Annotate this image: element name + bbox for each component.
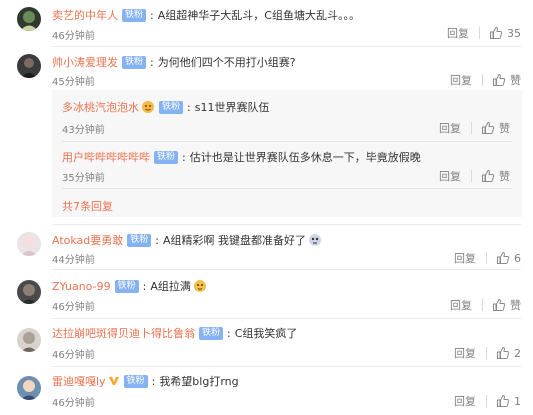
divider [62,141,512,142]
fan-badge: 铁粉 [122,8,147,22]
timestamp: 35分钟前 [62,173,105,184]
username[interactable]: 卖艺的中年人 [52,7,118,23]
like-button[interactable]: 1 [496,394,521,408]
thumbs-up-icon [482,121,495,134]
thumbs-up-icon [493,298,506,311]
username[interactable]: 用户哔哔哔哔哔哔 [62,149,150,165]
like-button[interactable]: 6 [496,251,521,265]
reply-button[interactable]: 回复 [454,345,476,361]
thumbs-up-icon [497,346,510,359]
avatar[interactable] [17,280,41,304]
username[interactable]: 雷迪嘎嘎ly [52,373,106,389]
comment-text: 估计也是让世界赛队伍多休息一下，毕竟放假晚 [189,151,421,164]
reply-button[interactable]: 回复 [439,168,461,184]
username[interactable]: Atokad要勇敢 [52,232,123,248]
comment-text: A组精彩啊 我键盘都准备好了 [163,234,307,247]
thumbs-up-icon [497,251,510,264]
fan-badge: 铁粉 [127,233,152,247]
divider [52,269,521,270]
emoji-icon [193,279,207,293]
fan-badge: 铁粉 [123,374,148,388]
avatar[interactable] [17,232,41,256]
thumbs-up-icon [490,26,503,39]
like-button[interactable]: 2 [496,346,521,360]
timestamp: 45分钟前 [52,77,95,88]
timestamp: 46分钟前 [52,31,95,42]
comment-text: 我希望blg打rng [159,375,239,388]
fan-badge: 铁粉 [114,279,139,293]
emoji-icon [141,100,155,114]
like-count: 赞 [510,74,521,87]
avatar[interactable] [17,7,41,31]
username[interactable]: 多冰桃汽泡泡水 [62,99,139,115]
like-count: 35 [507,26,521,40]
avatar[interactable] [17,376,41,400]
divider [52,46,521,47]
more-replies-link[interactable]: 共7条回复 [62,198,113,214]
reply-button[interactable]: 回复 [450,297,472,313]
reply-list: 多冰桃汽泡泡水 铁粉 : s11世界赛队伍 43分钟前 回复 赞 用户哔哔哔哔哔… [52,90,522,217]
like-button[interactable]: 35 [489,26,521,40]
like-button[interactable]: 赞 [481,168,510,184]
like-count: 赞 [499,122,510,135]
timestamp: 43分钟前 [62,125,105,136]
timestamp: 46分钟前 [52,398,95,409]
thumbs-up-icon [497,394,510,407]
divider [52,366,521,367]
username[interactable]: 帅小涛爱理发 [52,54,118,70]
comment-text: s11世界赛队伍 [194,101,270,114]
divider [52,318,521,319]
emoji-icon [308,233,322,247]
reply-button[interactable]: 回复 [454,250,476,266]
fan-badge: 铁粉 [122,55,147,69]
like-button[interactable]: 赞 [492,297,521,313]
like-count: 赞 [510,299,521,312]
fan-badge: 铁粉 [154,150,179,164]
like-count: 1 [514,394,521,408]
reply-button[interactable]: 回复 [450,72,472,88]
like-button[interactable]: 赞 [492,72,521,88]
like-count: 2 [514,346,521,360]
fan-badge: 铁粉 [159,100,184,114]
verified-v-icon [108,375,120,387]
like-button[interactable]: 赞 [481,120,510,136]
timestamp: 44分钟前 [52,255,95,266]
reply-button[interactable]: 回复 [439,120,461,136]
like-count: 赞 [499,170,510,183]
comment-text: A组超神华子大乱斗，C组鱼塘大乱斗。。。 [157,9,360,22]
username[interactable]: ZYuano-99 [52,280,111,293]
reply-button[interactable]: 回复 [454,393,476,409]
comment-text: A组拉满 [150,280,191,293]
comment-text: 为何他们四个不用打小组赛? [157,56,296,69]
divider [52,224,521,225]
avatar[interactable] [17,328,41,352]
thumbs-up-icon [482,169,495,182]
like-count: 6 [514,251,521,265]
reply-button[interactable]: 回复 [447,25,469,41]
divider [62,188,512,189]
fan-badge: 铁粉 [199,326,224,340]
username[interactable]: 达拉崩吧斑得贝迪卜得比鲁翁 [52,325,195,341]
thumbs-up-icon [493,73,506,86]
timestamp: 46分钟前 [52,350,95,361]
comment-text: C组我笑疯了 [234,327,298,340]
avatar[interactable] [17,54,41,78]
timestamp: 46分钟前 [52,302,95,313]
